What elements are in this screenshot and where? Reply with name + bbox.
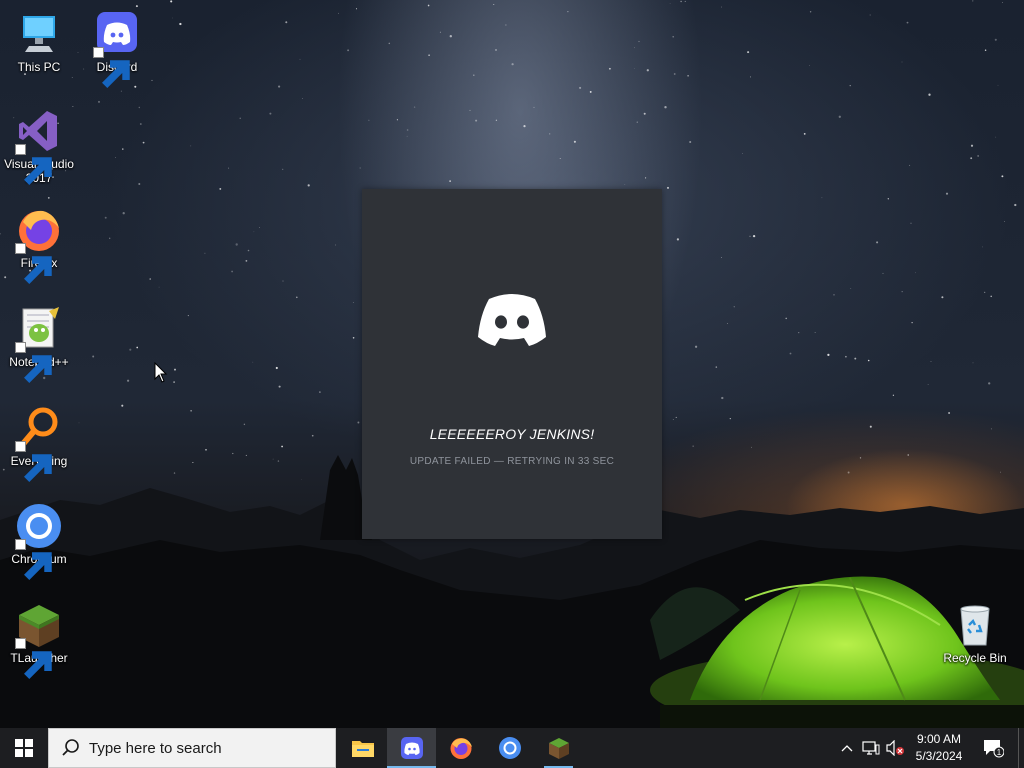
taskbar-app-firefox[interactable] [436, 728, 485, 768]
taskbar-app-discord[interactable] [387, 728, 436, 768]
desktop-wallpaper: This PC Discord Visual Studio 2017 Firef… [0, 0, 1024, 728]
this-pc-icon [15, 10, 63, 58]
chevron-up-icon [841, 745, 853, 752]
shortcut-arrow-icon [15, 638, 52, 679]
shortcut-arrow-icon [15, 441, 52, 482]
windows-logo-icon [15, 739, 33, 757]
discord-logo-icon [478, 294, 546, 346]
system-clock[interactable]: 9:00 AM 5/3/2024 [908, 728, 970, 768]
desktop-icon-firefox[interactable]: Firefox [1, 206, 77, 284]
notification-count: 1 [997, 748, 1002, 757]
shortcut-arrow-icon [15, 539, 52, 580]
everything-icon [15, 404, 63, 482]
volume-muted-icon [886, 740, 904, 756]
desktop-icon-this-pc[interactable]: This PC [1, 10, 77, 74]
desktop-icon-tlauncher[interactable]: TLauncher [1, 601, 77, 679]
clock-time: 9:00 AM [916, 732, 962, 746]
taskbar: Type here to search 9:00 AM 5/3/2024 1 [0, 728, 1024, 768]
firefox-icon [450, 738, 472, 759]
shortcut-arrow-icon [15, 144, 52, 185]
search-placeholder: Type here to search [89, 739, 222, 757]
desktop-icon-discord[interactable]: Discord [79, 10, 155, 88]
tlauncher-icon [15, 601, 63, 679]
tlauncher-icon [548, 738, 569, 759]
shortcut-arrow-icon [15, 243, 52, 284]
update-status-text: UPDATE FAILED — RETRYING IN 33 SEC [409, 456, 615, 467]
show-desktop-button[interactable] [1018, 728, 1024, 768]
search-icon [62, 739, 79, 756]
desktop-icon-visual-studio[interactable]: Visual Studio 2017 [1, 107, 77, 185]
show-hidden-icons-button[interactable] [838, 728, 856, 768]
mouse-cursor-icon [154, 362, 168, 383]
notepadpp-icon [15, 305, 63, 383]
shortcut-arrow-icon [93, 47, 130, 88]
splash-title: LEEEEEEROY JENKINS! [429, 426, 595, 442]
taskbar-search-box[interactable]: Type here to search [48, 728, 336, 768]
desktop-icon-recycle-bin[interactable]: Recycle Bin [937, 601, 1013, 665]
firefox-icon [15, 206, 63, 284]
desktop-icon-chromium[interactable]: Chromium [1, 502, 77, 580]
start-button[interactable] [0, 728, 48, 768]
desktop-icon-notepadpp[interactable]: Notepad++ [1, 305, 77, 383]
clock-date: 5/3/2024 [915, 749, 963, 763]
shortcut-arrow-icon [15, 342, 52, 383]
desktop-icon-everything[interactable]: Everything [1, 404, 77, 482]
discord-update-splash: LEEEEEEROY JENKINS! UPDATE FAILED — RETR… [362, 189, 662, 539]
volume-tray-button[interactable] [884, 728, 906, 768]
taskbar-app-file-explorer[interactable] [338, 728, 387, 768]
chromium-icon [15, 502, 63, 580]
discord-icon [400, 737, 423, 759]
network-tray-button[interactable] [860, 728, 882, 768]
taskbar-app-chromium[interactable] [485, 728, 534, 768]
recycle-bin-icon [951, 601, 999, 649]
taskbar-app-tlauncher[interactable] [534, 728, 583, 768]
visual-studio-icon [15, 107, 63, 185]
chromium-icon [498, 737, 521, 759]
folder-icon [351, 741, 374, 757]
discord-icon [93, 10, 141, 88]
notification-icon: 1 [984, 740, 1004, 758]
network-icon [862, 741, 880, 755]
action-center-button[interactable]: 1 [978, 728, 1008, 768]
